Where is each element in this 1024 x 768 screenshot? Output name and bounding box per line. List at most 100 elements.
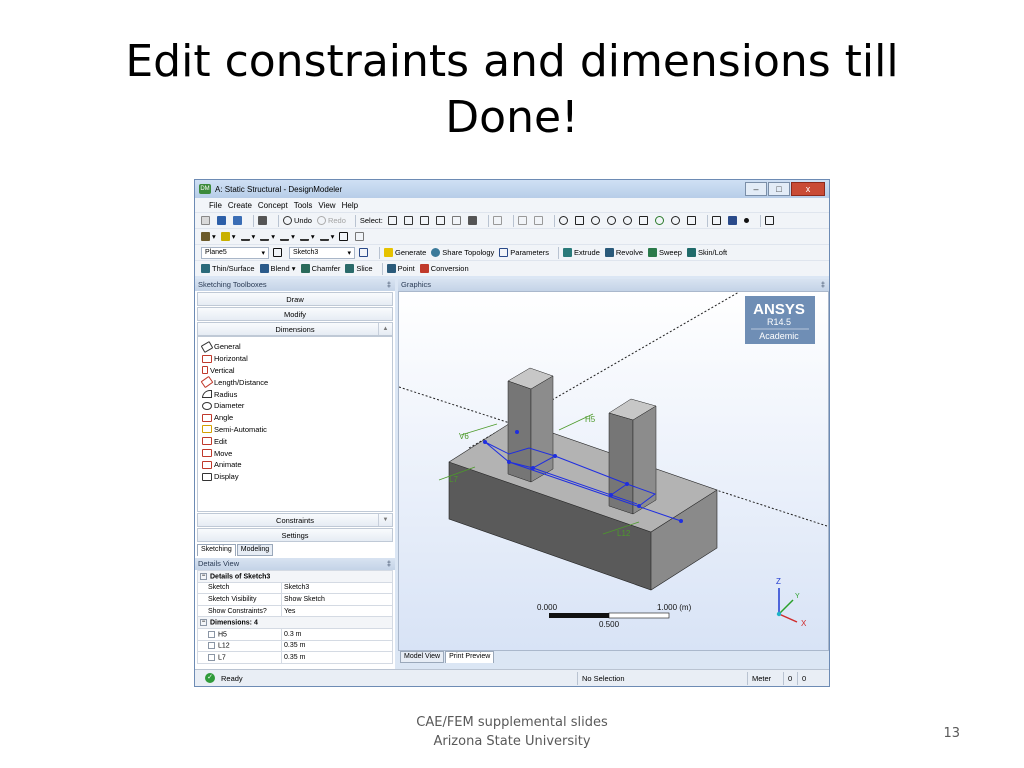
parameter-checkbox[interactable]	[208, 653, 215, 661]
title-bar[interactable]: DM A: Static Structural - DesignModeler …	[195, 180, 829, 198]
graphics-viewport[interactable]: ANSYS R14.5 Academic V6 H5 L7 L12 0.000 …	[398, 291, 829, 651]
slice-button[interactable]: Slice	[345, 264, 373, 273]
tab-print-preview[interactable]: Print Preview	[445, 651, 495, 663]
select-body-icon[interactable]	[467, 216, 479, 225]
new-plane-icon[interactable]	[273, 248, 284, 257]
select-edge-icon[interactable]	[435, 216, 447, 225]
menu-tools[interactable]: Tools	[294, 201, 313, 210]
save-as-icon[interactable]	[233, 216, 244, 225]
new-sketch-icon[interactable]	[359, 248, 370, 257]
new-icon[interactable]	[201, 216, 212, 225]
pin-icon[interactable]: ‡	[387, 279, 391, 291]
parameters-button[interactable]: Parameters	[499, 248, 549, 257]
pin-icon[interactable]: ‡	[821, 279, 825, 291]
menu-file[interactable]: File	[209, 201, 222, 210]
tab-modeling[interactable]: Modeling	[236, 544, 274, 556]
plane-select[interactable]: Plane5 ▾	[201, 246, 269, 259]
edge-style-3-icon[interactable]: ▾	[280, 232, 295, 241]
rotate-icon[interactable]	[558, 216, 570, 225]
menu-view[interactable]: View	[318, 201, 335, 210]
tool-angle[interactable]: Angle	[198, 412, 392, 424]
model-canvas[interactable]: ANSYS R14.5 Academic V6 H5 L7 L12 0.000 …	[399, 292, 829, 651]
revolve-button[interactable]: Revolve	[604, 248, 643, 257]
maximize-button[interactable]: □	[768, 182, 790, 196]
tool-edit[interactable]: Edit	[198, 435, 392, 447]
zoom-in-icon[interactable]	[606, 216, 618, 225]
screenshot-icon[interactable]	[258, 216, 269, 225]
point-button[interactable]: Point	[386, 264, 415, 273]
scroll-down-icon[interactable]: ▼	[378, 514, 392, 526]
help-cursor-icon[interactable]	[764, 216, 776, 225]
tool-length-distance[interactable]: Length/Distance	[198, 376, 392, 389]
status-units[interactable]: Meter	[747, 671, 783, 685]
pillar-left-side[interactable]	[530, 375, 554, 483]
tool-general[interactable]: General	[198, 340, 392, 353]
dimensions-section[interactable]: − Dimensions: 4	[197, 616, 393, 629]
flag-icon[interactable]	[355, 232, 366, 241]
extend-icon[interactable]	[492, 216, 504, 225]
skin-loft-button[interactable]: Skin/Loft	[686, 248, 727, 257]
tool-vertical[interactable]: Vertical	[198, 365, 392, 377]
collapse-icon[interactable]: −	[200, 619, 207, 626]
undo-button[interactable]: Undo	[283, 216, 312, 225]
tool-move[interactable]: Move	[198, 447, 392, 459]
share-topology-button[interactable]: Share Topology	[431, 248, 494, 257]
tool-radius[interactable]: Radius	[198, 388, 392, 400]
tool-semi-automatic[interactable]: Semi-Automatic	[198, 424, 392, 436]
edge-style-5-icon[interactable]: ▾	[319, 232, 334, 241]
details-row[interactable]: Sketch Visibility Show Sketch	[197, 593, 393, 606]
edge-style-4-icon[interactable]: ▾	[299, 232, 315, 241]
pin-icon[interactable]	[339, 232, 350, 241]
point-icon[interactable]	[743, 218, 751, 223]
details-row[interactable]: Sketch Sketch3	[197, 581, 393, 595]
close-button[interactable]: x	[791, 182, 825, 196]
select-filter-icon[interactable]	[403, 216, 415, 225]
minimize-button[interactable]: –	[745, 182, 767, 196]
pin-icon[interactable]: ‡	[387, 558, 391, 570]
dimension-label-l12[interactable]: L12	[617, 529, 631, 538]
magnifier-icon[interactable]	[670, 216, 682, 225]
box-zoom-icon[interactable]	[638, 216, 650, 225]
tool-horizontal[interactable]: Horizontal	[198, 353, 392, 365]
dimension-row[interactable]: L12 0.35 m	[197, 639, 393, 653]
dimension-row[interactable]: L7 0.35 m	[197, 651, 393, 664]
thin-surface-button[interactable]: Thin/Surface	[201, 264, 255, 273]
menu-help[interactable]: Help	[342, 201, 358, 210]
edge-style-2-icon[interactable]: ▾	[260, 232, 275, 241]
save-icon[interactable]	[217, 216, 228, 225]
zoom-fit-icon[interactable]	[654, 216, 666, 225]
sweep-button[interactable]: Sweep	[648, 248, 682, 257]
tool-display[interactable]: Display	[198, 471, 392, 483]
details-row[interactable]: Show Constraints? Yes	[197, 604, 393, 618]
sketch-select[interactable]: Sketch3 ▾	[289, 246, 355, 259]
generate-button[interactable]: Generate	[384, 248, 426, 257]
conversion-button[interactable]: Conversion	[419, 264, 469, 273]
zoom-icon[interactable]	[590, 216, 602, 225]
expand-icon[interactable]	[517, 216, 529, 225]
blend-button[interactable]: Blend ▾	[259, 264, 296, 273]
select-point-icon[interactable]	[419, 216, 431, 225]
display-plane-icon[interactable]	[727, 216, 739, 225]
dimension-label-v6[interactable]: V6	[459, 432, 469, 441]
select-face-icon[interactable]	[451, 216, 463, 225]
extrude-button[interactable]: Extrude	[563, 248, 600, 257]
constraints-toolbox-button[interactable]: Constraints ▼	[197, 513, 393, 527]
chamfer-button[interactable]: Chamfer	[300, 264, 340, 273]
scroll-up-icon[interactable]: ▲	[378, 323, 392, 335]
draw-toolbox-button[interactable]: Draw	[197, 292, 393, 306]
zoom-out-icon[interactable]	[622, 216, 634, 225]
select-mode-icon[interactable]	[387, 216, 399, 225]
tool-diameter[interactable]: Diameter	[198, 400, 392, 412]
redo-button[interactable]: Redo	[316, 216, 346, 225]
parameter-checkbox[interactable]	[208, 630, 215, 638]
tool-animate[interactable]: Animate	[198, 459, 392, 471]
dimension-label-l7[interactable]: L7	[449, 475, 458, 484]
details-section[interactable]: − Details of Sketch3	[197, 570, 393, 583]
tab-sketching[interactable]: Sketching	[197, 544, 236, 556]
menu-concept[interactable]: Concept	[258, 201, 288, 210]
edge-color-icon[interactable]: ▾	[220, 232, 236, 241]
edge-style-1-icon[interactable]: ▾	[240, 232, 255, 241]
settings-toolbox-button[interactable]: Settings	[197, 528, 393, 542]
dimensions-toolbox-button[interactable]: Dimensions ▲	[197, 322, 393, 336]
pan-icon[interactable]	[574, 216, 586, 225]
